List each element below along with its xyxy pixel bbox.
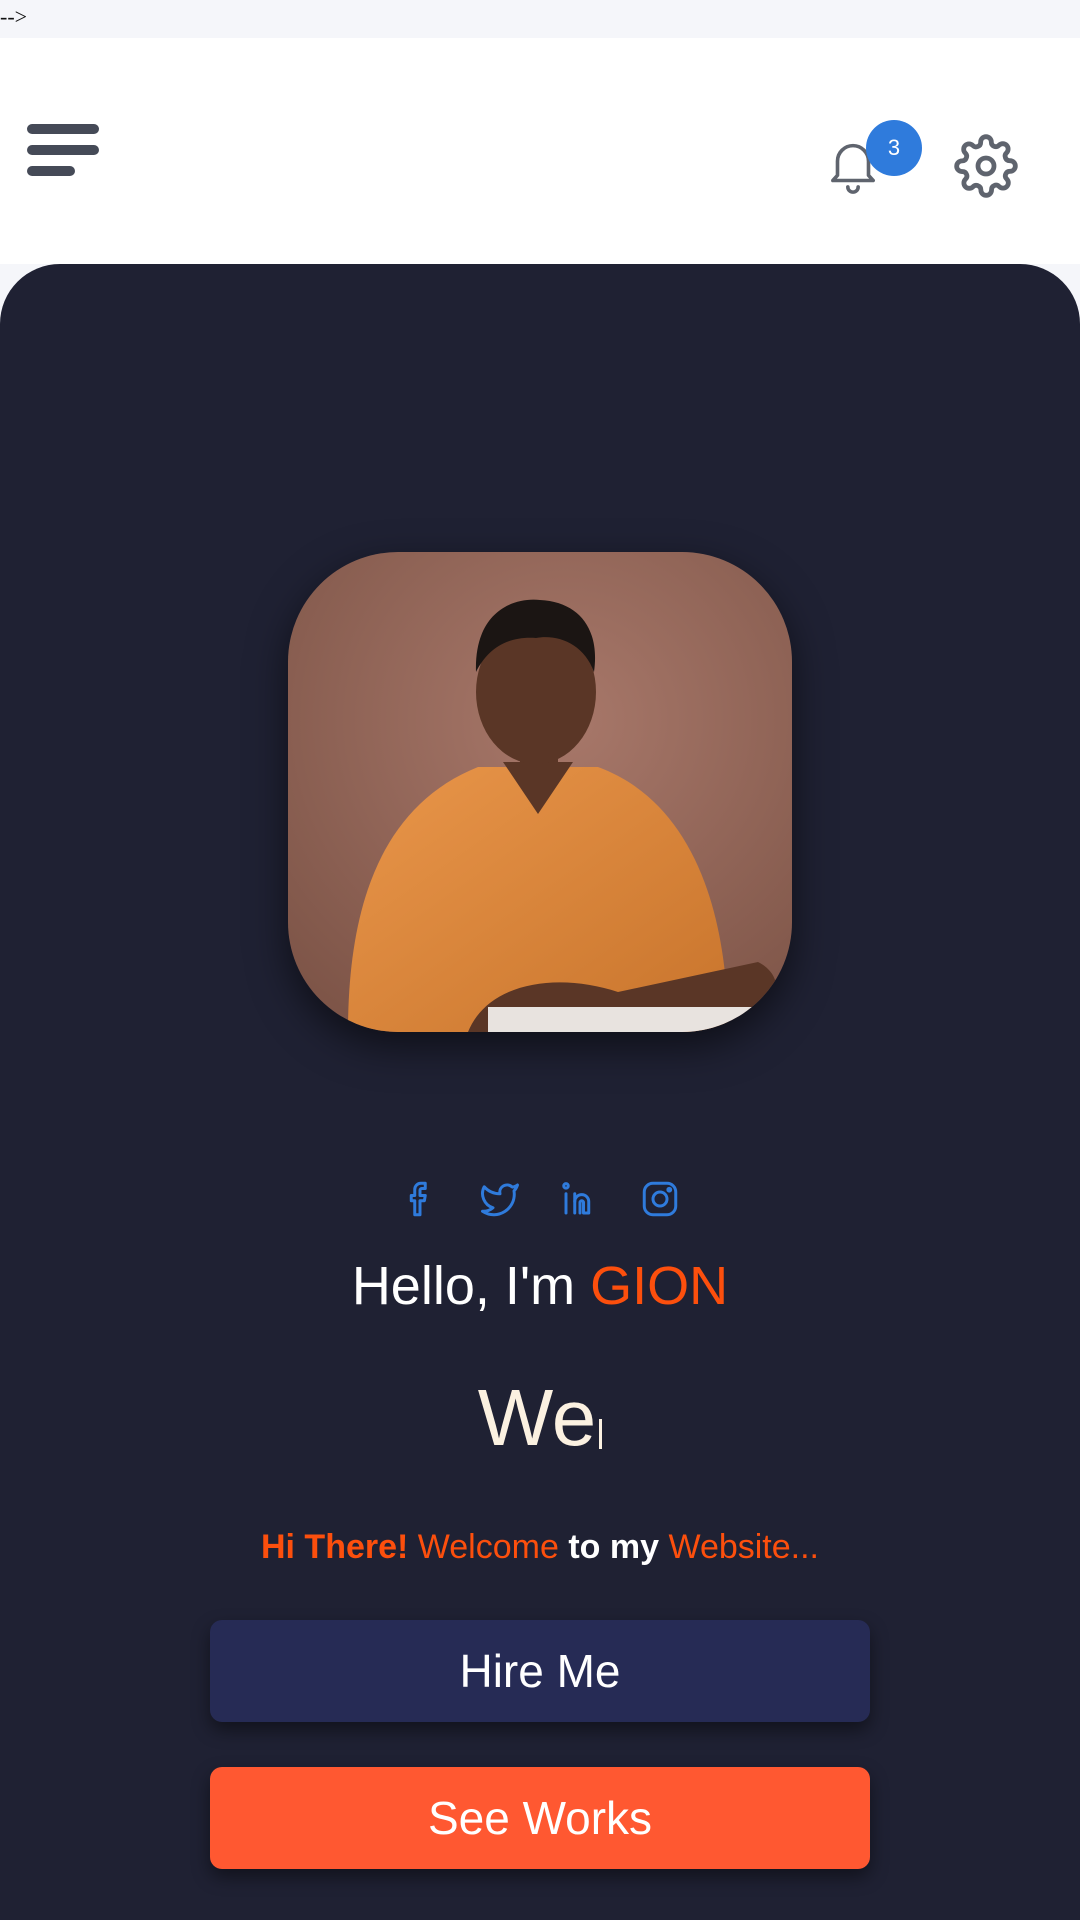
linkedin-icon[interactable] — [559, 1176, 601, 1222]
typed-role-text: We — [0, 1368, 1080, 1468]
profile-name: GION — [590, 1256, 729, 1316]
greeting-prefix: Hello, I'm — [351, 1256, 591, 1316]
profile-photo — [288, 552, 792, 1032]
hamburger-menu-icon — [27, 124, 99, 134]
greeting-heading: Hello, I'm GION — [0, 1254, 1080, 1318]
welcome-word: Welcome — [408, 1528, 569, 1566]
hire-me-button[interactable]: Hire Me — [210, 1620, 870, 1722]
gear-icon — [954, 134, 1018, 198]
instagram-icon[interactable] — [639, 1176, 681, 1222]
notification-badge: 3 — [866, 120, 922, 176]
see-works-button[interactable]: See Works — [210, 1767, 870, 1869]
stray-comment-text: --> — [0, 4, 28, 29]
welcome-message: Hi There! Welcome to my Website... — [0, 1526, 1080, 1568]
welcome-website: Website... — [659, 1528, 820, 1566]
welcome-hi-there: Hi There! — [260, 1528, 409, 1566]
facebook-icon[interactable] — [399, 1176, 441, 1222]
typing-cursor — [599, 1419, 603, 1449]
welcome-to-my: to my — [568, 1528, 660, 1566]
settings-button[interactable] — [954, 134, 1018, 198]
menu-button[interactable] — [24, 120, 100, 182]
hamburger-line — [27, 166, 75, 176]
twitter-icon[interactable] — [479, 1176, 521, 1222]
hamburger-line — [27, 145, 99, 155]
social-links — [0, 1176, 1080, 1224]
typed-text: We — [477, 1373, 597, 1462]
